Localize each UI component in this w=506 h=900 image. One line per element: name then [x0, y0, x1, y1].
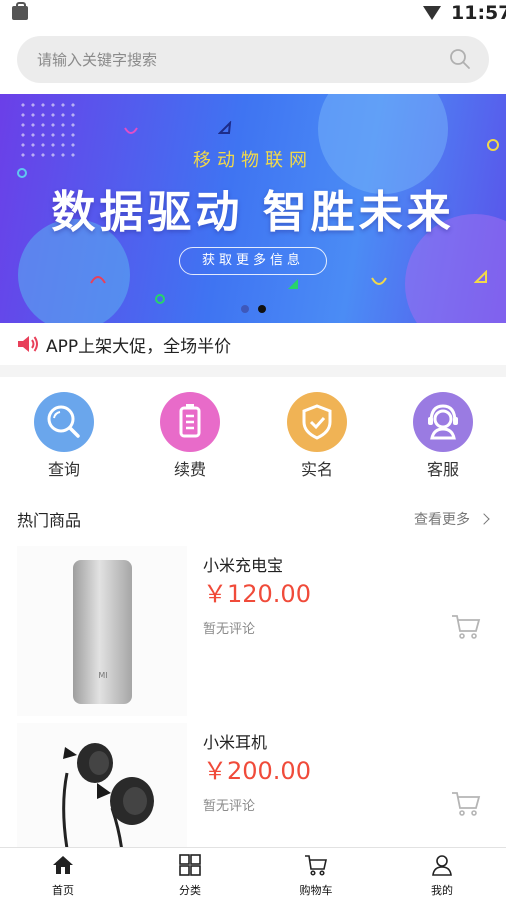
banner-more-info-button[interactable]: 获取更多信息 — [179, 247, 327, 275]
tab-label: 分类 — [179, 884, 201, 897]
banner-confetti — [155, 294, 165, 304]
search-icon[interactable] — [449, 48, 471, 70]
user-icon[interactable] — [430, 853, 454, 877]
quick-action-support[interactable]: 客服 — [403, 392, 483, 480]
view-more-label: 查看更多 — [414, 512, 470, 528]
banner-confetti — [371, 277, 387, 285]
status-time: 11:57 — [451, 2, 506, 24]
tab-profile[interactable]: 我的 — [402, 853, 482, 898]
quick-action-label: 实名 — [300, 460, 333, 479]
product-card[interactable]: MI 小米充电宝 ￥120.00 暂无评论 — [0, 546, 506, 716]
quick-action-query[interactable]: 查询 — [24, 392, 104, 480]
tab-cart[interactable]: 购物车 — [276, 853, 356, 898]
banner-confetti — [218, 121, 232, 134]
svg-text:MI: MI — [98, 671, 107, 680]
banner-page-indicator-active[interactable] — [258, 305, 266, 313]
tab-label: 我的 — [431, 884, 453, 897]
quick-action-renew[interactable]: 续费 — [150, 392, 230, 480]
product-price: ￥120.00 — [203, 580, 311, 608]
grid-icon[interactable] — [178, 853, 202, 877]
quick-action-verify[interactable]: 实名 — [277, 392, 357, 480]
product-image-power-bank[interactable]: MI — [17, 546, 187, 716]
section-title: 热门商品 — [17, 511, 82, 530]
tab-home[interactable]: 首页 — [23, 853, 103, 898]
banner-confetti — [90, 276, 106, 284]
search-input[interactable] — [37, 36, 437, 83]
tab-categories[interactable]: 分类 — [150, 853, 230, 898]
speaker-icon — [18, 336, 38, 352]
battery-icon[interactable] — [160, 392, 220, 452]
product-reviews: 暂无评论 — [203, 799, 256, 814]
chevron-right-icon — [478, 513, 490, 525]
tab-label: 首页 — [52, 884, 74, 897]
promo-banner[interactable]: 移动物联网 数据驱动 智胜未来 获取更多信息 — [0, 94, 506, 323]
wifi-icon — [423, 6, 441, 20]
product-name: 小米充电宝 — [203, 556, 284, 575]
banner-headline: 数据驱动 智胜未来 — [51, 187, 455, 238]
quick-action-label: 续费 — [173, 460, 206, 479]
quick-actions: 查询 续费 实名 客服 — [0, 377, 506, 489]
quick-action-label: 客服 — [426, 460, 459, 479]
search-bar-container — [0, 28, 506, 94]
banner-confetti — [124, 127, 138, 134]
product-reviews: 暂无评论 — [203, 622, 256, 637]
product-image-earphones[interactable] — [17, 723, 187, 847]
quick-action-label: 查询 — [47, 460, 80, 479]
status-bar: 11:57 — [0, 0, 506, 28]
banner-confetti — [288, 279, 298, 289]
bottom-tab-bar: 首页 分类 购物车 我的 — [0, 847, 506, 900]
tab-label: 购物车 — [299, 884, 333, 897]
add-to-cart-icon[interactable] — [451, 614, 481, 640]
notice-bar[interactable]: APP上架大促，全场半价 — [0, 323, 506, 365]
view-more-link[interactable]: 查看更多 — [414, 509, 490, 529]
product-card[interactable]: 小米耳机 ￥200.00 暂无评论 — [0, 723, 506, 847]
banner-confetti — [474, 270, 487, 283]
banner-subtitle: 移动物联网 — [193, 150, 313, 171]
search-icon[interactable] — [34, 392, 94, 452]
shield-check-icon[interactable] — [287, 392, 347, 452]
product-name: 小米耳机 — [203, 733, 268, 752]
search-bar[interactable] — [17, 36, 489, 83]
product-price: ￥200.00 — [203, 757, 311, 785]
shopping-bag-icon — [12, 2, 28, 20]
notice-text: APP上架大促，全场半价 — [46, 337, 232, 357]
cart-icon[interactable] — [304, 853, 328, 877]
banner-page-indicator[interactable] — [241, 305, 249, 313]
hot-products-section: 热门商品 查看更多 MI 小米充电宝 ￥120.00 暂无评论 小米耳机 ￥20… — [0, 489, 506, 847]
home-icon[interactable] — [51, 853, 75, 877]
headset-icon[interactable] — [413, 392, 473, 452]
add-to-cart-icon[interactable] — [451, 791, 481, 817]
